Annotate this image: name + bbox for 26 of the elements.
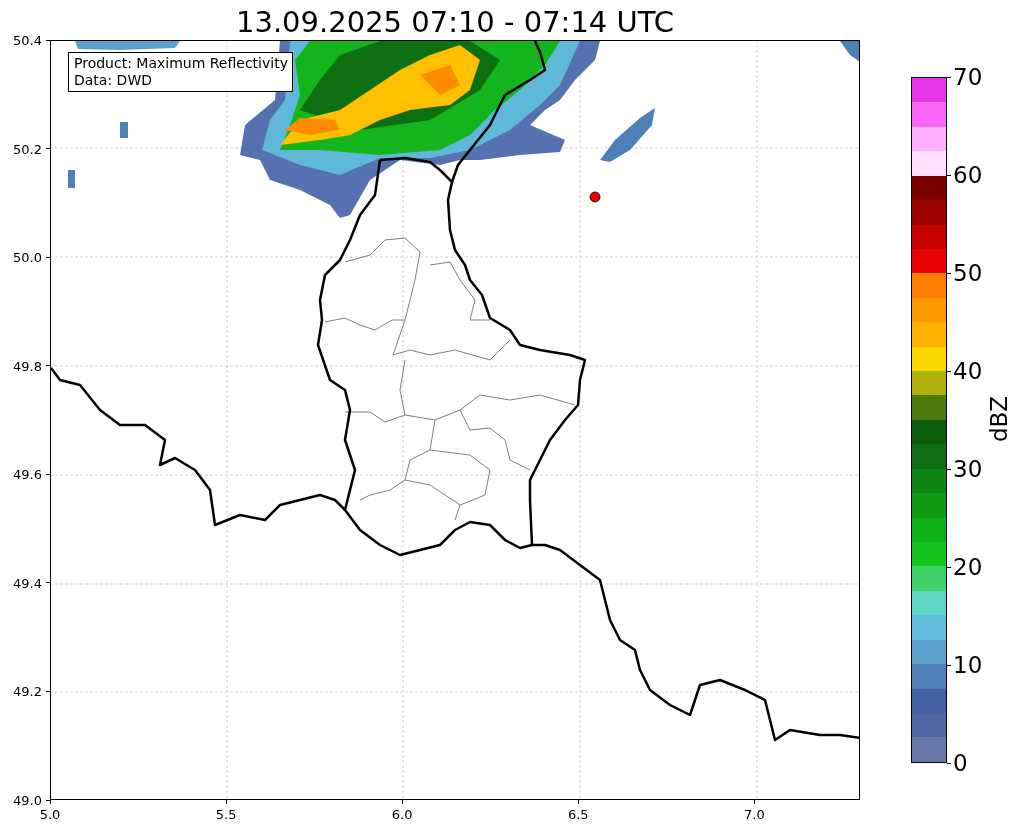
colorbar-tick-label: 20 <box>953 554 983 580</box>
axis-tick-label: 5.5 <box>215 807 237 822</box>
axis-tick-label: 49.6 <box>13 466 42 482</box>
axis-tick-label: 5.0 <box>39 807 61 822</box>
axis-tick-label: 49.8 <box>13 358 42 374</box>
colorbar-tick-label: 70 <box>953 64 983 90</box>
colorbar-tick-label: 60 <box>953 162 983 188</box>
colorbar-label: dBZ <box>986 395 1013 443</box>
location-marker <box>589 191 601 203</box>
axis-tick-label: 50.0 <box>13 249 42 265</box>
colorbar-tick-label: 50 <box>953 260 983 286</box>
colorbar-tick-label: 30 <box>953 456 983 482</box>
axis-tick-label: 49.0 <box>13 792 42 808</box>
colorbar-tick-label: 40 <box>953 358 983 384</box>
colorbar-tick-label: 0 <box>953 750 968 776</box>
axis-tick-label: 6.5 <box>567 807 589 822</box>
info-text: Product: Maximum Reflectivity <box>74 55 288 72</box>
axis-tick-label: 7.0 <box>744 807 765 822</box>
axis-tick-label: 49.4 <box>13 575 42 591</box>
colorbar-tick-label: 10 <box>953 652 983 678</box>
axis-tick-label: 50.4 <box>13 32 42 48</box>
axis-tick-label: 6.0 <box>391 807 413 822</box>
info-text: Data: DWD <box>74 72 153 89</box>
axis-tick-label: 49.2 <box>13 683 42 699</box>
chart-title: 13.09.2025 07:10 - 07:14 UTC <box>236 5 674 39</box>
axis-tick-label: 50.2 <box>13 141 42 157</box>
